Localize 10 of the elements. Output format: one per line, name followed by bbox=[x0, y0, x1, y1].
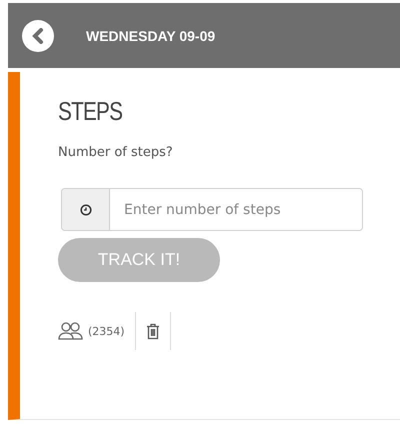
header-title: WEDNESDAY 09-09 bbox=[86, 28, 216, 44]
clock-icon bbox=[80, 204, 92, 216]
people-icon[interactable] bbox=[58, 322, 84, 340]
people-count: (2354) bbox=[88, 324, 125, 338]
trash-icon[interactable] bbox=[146, 322, 160, 340]
question-text: Number of steps? bbox=[58, 145, 174, 160]
chevron-left-icon bbox=[31, 28, 45, 44]
card-title: STEPS bbox=[58, 96, 124, 127]
back-button[interactable] bbox=[22, 20, 54, 52]
steps-field[interactable]: Enter number of steps bbox=[61, 188, 363, 231]
